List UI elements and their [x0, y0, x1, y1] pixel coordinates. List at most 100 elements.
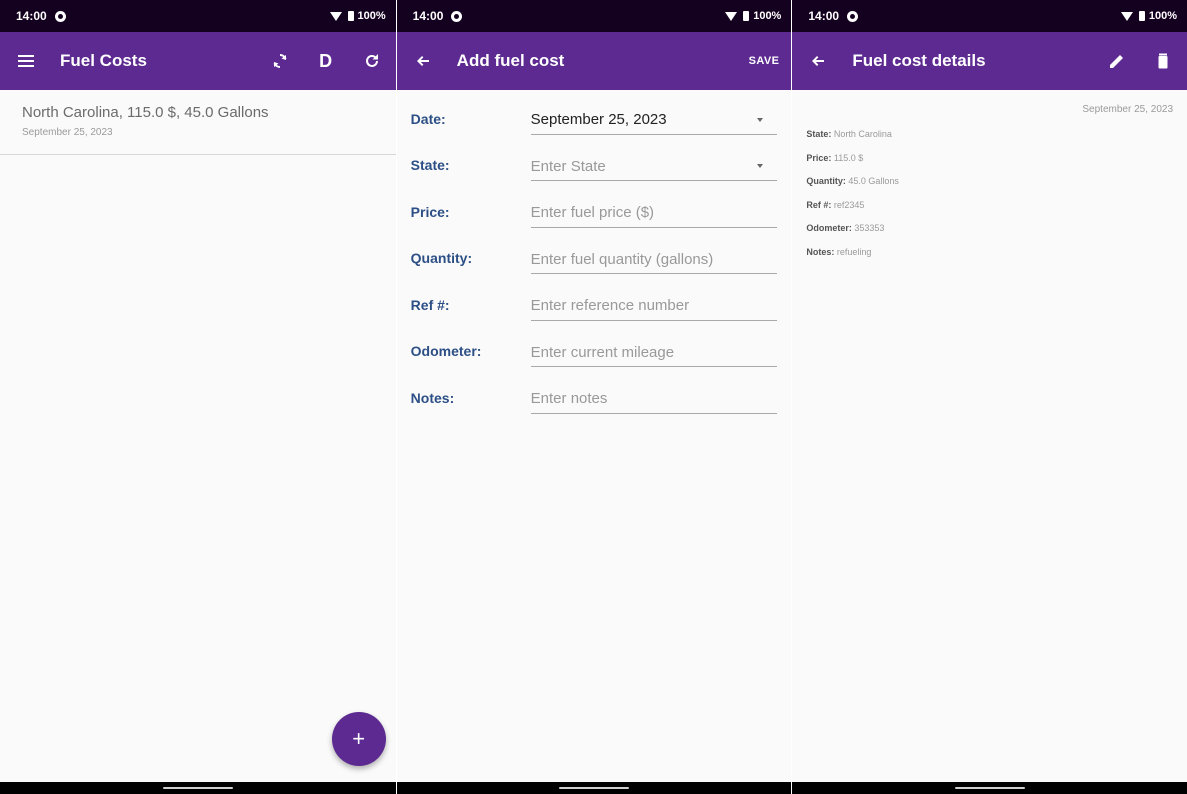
detail-label: Odometer: — [806, 223, 852, 233]
form-row-state: State: Enter State — [411, 141, 778, 188]
dropdown-caret-icon — [757, 117, 764, 122]
back-arrow-icon[interactable] — [411, 49, 435, 73]
state-placeholder: Enter State — [530, 157, 606, 175]
wifi-icon — [725, 11, 738, 21]
sync-icon[interactable] — [268, 49, 292, 73]
status-time: 14:00 — [412, 9, 444, 23]
form-row-date: Date: September 25, 2023 — [411, 94, 778, 141]
refresh-icon[interactable] — [360, 49, 384, 73]
app-bar: Fuel cost details — [792, 32, 1187, 90]
detail-value: 353353 — [854, 223, 885, 233]
list-item[interactable]: North Carolina, 115.0 $, 45.0 Gallons Se… — [0, 90, 396, 155]
screens-container: 14:00 100% Fuel Costs D North Carolina, … — [0, 0, 1187, 794]
form-row-notes: Notes: Enter notes — [411, 373, 778, 420]
battery-icon — [743, 11, 750, 21]
price-input[interactable]: Enter fuel price ($) — [530, 199, 778, 228]
navigation-bar — [0, 782, 396, 794]
notes-input[interactable]: Enter notes — [530, 385, 778, 414]
quantity-label: Quantity: — [410, 250, 473, 266]
detail-value: 115.0 $ — [833, 152, 864, 163]
detail-row-odometer: Odometer: 353353 — [806, 223, 1173, 247]
app-bar-actions: D — [268, 49, 384, 73]
details-panel: September 25, 2023 State: North Carolina… — [792, 90, 1187, 270]
status-bar: 14:00 100% — [0, 0, 396, 32]
notification-icon — [451, 10, 463, 22]
menu-icon[interactable] — [14, 49, 38, 73]
app-bar-actions — [1105, 49, 1175, 73]
odometer-input[interactable]: Enter current mileage — [530, 338, 778, 367]
date-label: Date: — [410, 110, 446, 127]
page-title: Fuel Costs — [60, 51, 147, 70]
fuel-cost-form: Date: September 25, 2023 State: Enter St… — [397, 90, 792, 420]
app-bar: Add fuel cost SAVE — [396, 32, 792, 90]
app-bar: Fuel Costs D — [0, 32, 396, 90]
notification-icon — [847, 10, 859, 22]
app-bar-actions: SAVE — [749, 55, 780, 67]
page-title: Fuel cost details — [852, 51, 986, 70]
price-label: Price: — [410, 203, 450, 220]
detail-value: 45.0 Gallons — [848, 176, 899, 186]
detail-label: Quantity: — [806, 176, 846, 186]
page-title: Add fuel cost — [456, 51, 565, 70]
list-item-title: North Carolina, 115.0 $, 45.0 Gallons — [22, 104, 269, 121]
screen-fuel-cost-details: 14:00 100% Fuel cost details September 2… — [791, 0, 1187, 794]
detail-row-price: Price: 115.0 $ — [806, 153, 1173, 177]
notes-placeholder: Enter notes — [530, 390, 608, 407]
detail-row-quantity: Quantity: 45.0 Gallons — [806, 176, 1173, 200]
wifi-icon — [329, 11, 342, 21]
notes-label: Notes: — [410, 389, 455, 406]
battery-level: 100% — [357, 10, 386, 22]
status-right: 100% — [329, 10, 386, 22]
battery-icon — [347, 11, 354, 21]
odometer-placeholder: Enter current mileage — [530, 343, 675, 361]
detail-value: ref2345 — [833, 199, 865, 210]
save-button[interactable]: SAVE — [749, 55, 780, 67]
ref-label: Ref #: — [410, 296, 450, 313]
screen-fuel-costs: 14:00 100% Fuel Costs D North Carolina, … — [0, 0, 396, 794]
screen-add-fuel-cost: 14:00 100% Add fuel cost SAVE Date: Sept… — [395, 0, 792, 794]
battery-icon — [1138, 11, 1145, 21]
edit-icon[interactable] — [1105, 49, 1129, 73]
detail-value: North Carolina — [833, 129, 892, 139]
status-time: 14:00 — [16, 9, 47, 23]
form-row-quantity: Quantity: Enter fuel quantity (gallons) — [411, 234, 778, 281]
detail-row-ref: Ref #: ref2345 — [806, 200, 1173, 224]
navigation-bar — [792, 782, 1187, 794]
back-arrow-icon[interactable] — [806, 49, 830, 73]
quantity-placeholder: Enter fuel quantity (gallons) — [530, 250, 714, 268]
detail-row-notes: Notes: refueling — [806, 247, 1173, 271]
quantity-input[interactable]: Enter fuel quantity (gallons) — [530, 245, 778, 274]
detail-label: Ref #: — [806, 199, 832, 210]
add-icon: + — [352, 726, 366, 751]
date-value: September 25, 2023 — [530, 111, 667, 128]
date-dropdown[interactable]: September 25, 2023 — [530, 106, 778, 135]
price-placeholder: Enter fuel price ($) — [530, 204, 655, 221]
detail-value: refueling — [836, 246, 872, 257]
home-handle[interactable] — [162, 787, 233, 789]
home-handle[interactable] — [559, 787, 629, 789]
wifi-icon — [1120, 11, 1133, 21]
detail-label: Price: — [806, 152, 832, 163]
d-action-button[interactable]: D — [314, 49, 338, 73]
list-item-date: September 25, 2023 — [22, 127, 113, 138]
navigation-bar — [396, 782, 792, 794]
add-button[interactable]: + — [331, 712, 386, 766]
status-bar: 14:00 100% — [792, 0, 1187, 32]
ref-input[interactable]: Enter reference number — [530, 292, 778, 321]
form-row-odometer: Odometer: Enter current mileage — [411, 327, 778, 374]
state-label: State: — [410, 157, 450, 173]
dropdown-caret-icon — [757, 164, 764, 168]
detail-label: State: — [806, 129, 832, 139]
form-row-ref: Ref #: Enter reference number — [411, 280, 778, 327]
odometer-label: Odometer: — [410, 343, 482, 359]
form-row-price: Price: Enter fuel price ($) — [411, 187, 778, 234]
delete-icon[interactable] — [1151, 49, 1175, 73]
home-handle[interactable] — [954, 787, 1025, 789]
detail-row-state: State: North Carolina — [806, 129, 1173, 153]
state-dropdown[interactable]: Enter State — [530, 152, 778, 181]
detail-date: September 25, 2023 — [1082, 104, 1174, 115]
notification-icon — [54, 10, 66, 22]
ref-placeholder: Enter reference number — [530, 297, 690, 314]
battery-level: 100% — [1148, 10, 1178, 22]
detail-label: Notes: — [806, 246, 835, 257]
